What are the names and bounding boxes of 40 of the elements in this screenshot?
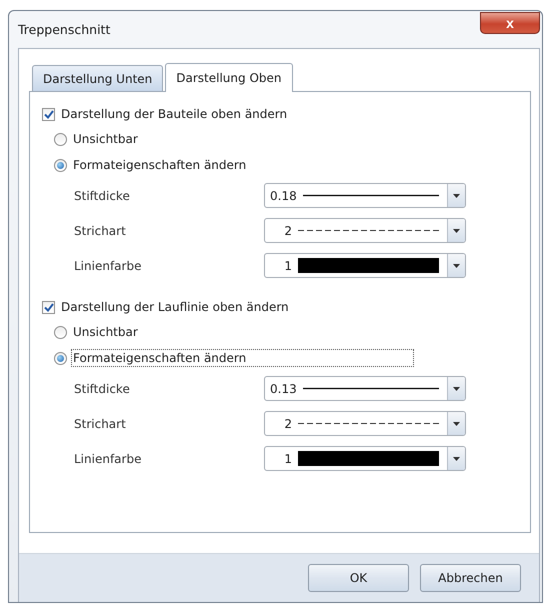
- caret-icon: [453, 386, 460, 390]
- dropdown[interactable]: 0.18: [264, 183, 466, 208]
- dropdown[interactable]: 0.13: [264, 376, 466, 401]
- field-label: Stiftdicke: [74, 188, 131, 202]
- checkbox[interactable]: [42, 108, 55, 120]
- radio-label: Unsichtbar: [73, 325, 138, 339]
- field-label: Stiftdicke: [74, 382, 131, 396]
- dialog-button[interactable]: Abbrechen: [420, 564, 521, 592]
- radio-button[interactable]: [54, 132, 67, 146]
- dropdown[interactable]: 2: [264, 218, 466, 243]
- window-title: Treppenschnitt: [18, 22, 110, 37]
- caret-icon: [453, 194, 460, 198]
- caret-icon: [453, 228, 460, 232]
- checkbox-label: Darstellung der Lauflinie oben ändern: [61, 300, 289, 314]
- field-label: Strichart: [74, 416, 127, 430]
- dropdown[interactable]: 1: [264, 253, 466, 278]
- field-label: Linienfarbe: [74, 258, 142, 272]
- checkbox-label: Darstellung der Bauteile oben ändern: [61, 107, 288, 121]
- close-button[interactable]: x: [480, 12, 540, 34]
- radio-button[interactable]: [54, 158, 67, 172]
- caret-icon: [453, 264, 460, 268]
- dashed-line-icon: [298, 229, 439, 232]
- checkbox[interactable]: [42, 300, 55, 314]
- tab[interactable]: Darstellung Oben: [165, 63, 292, 92]
- solid-line-icon: [302, 194, 439, 197]
- caret-icon: [453, 456, 460, 460]
- solid-line-icon: [302, 387, 439, 390]
- dialog-button[interactable]: OK: [308, 564, 409, 592]
- field-label: Linienfarbe: [74, 452, 142, 466]
- radio-label: Unsichtbar: [73, 132, 138, 146]
- dropdown[interactable]: 1: [264, 446, 466, 471]
- field-label: Strichart: [74, 224, 127, 238]
- dropdown[interactable]: 2: [264, 411, 466, 436]
- caret-icon: [453, 422, 460, 426]
- tab[interactable]: Darstellung Unten: [32, 65, 164, 91]
- radio-button[interactable]: [54, 352, 67, 364]
- radio-label: Formateigenschaften ändern: [73, 158, 246, 172]
- dashed-line-icon: [298, 422, 439, 425]
- radio-label: Formateigenschaften ändern: [73, 351, 412, 365]
- radio-button[interactable]: [54, 326, 67, 338]
